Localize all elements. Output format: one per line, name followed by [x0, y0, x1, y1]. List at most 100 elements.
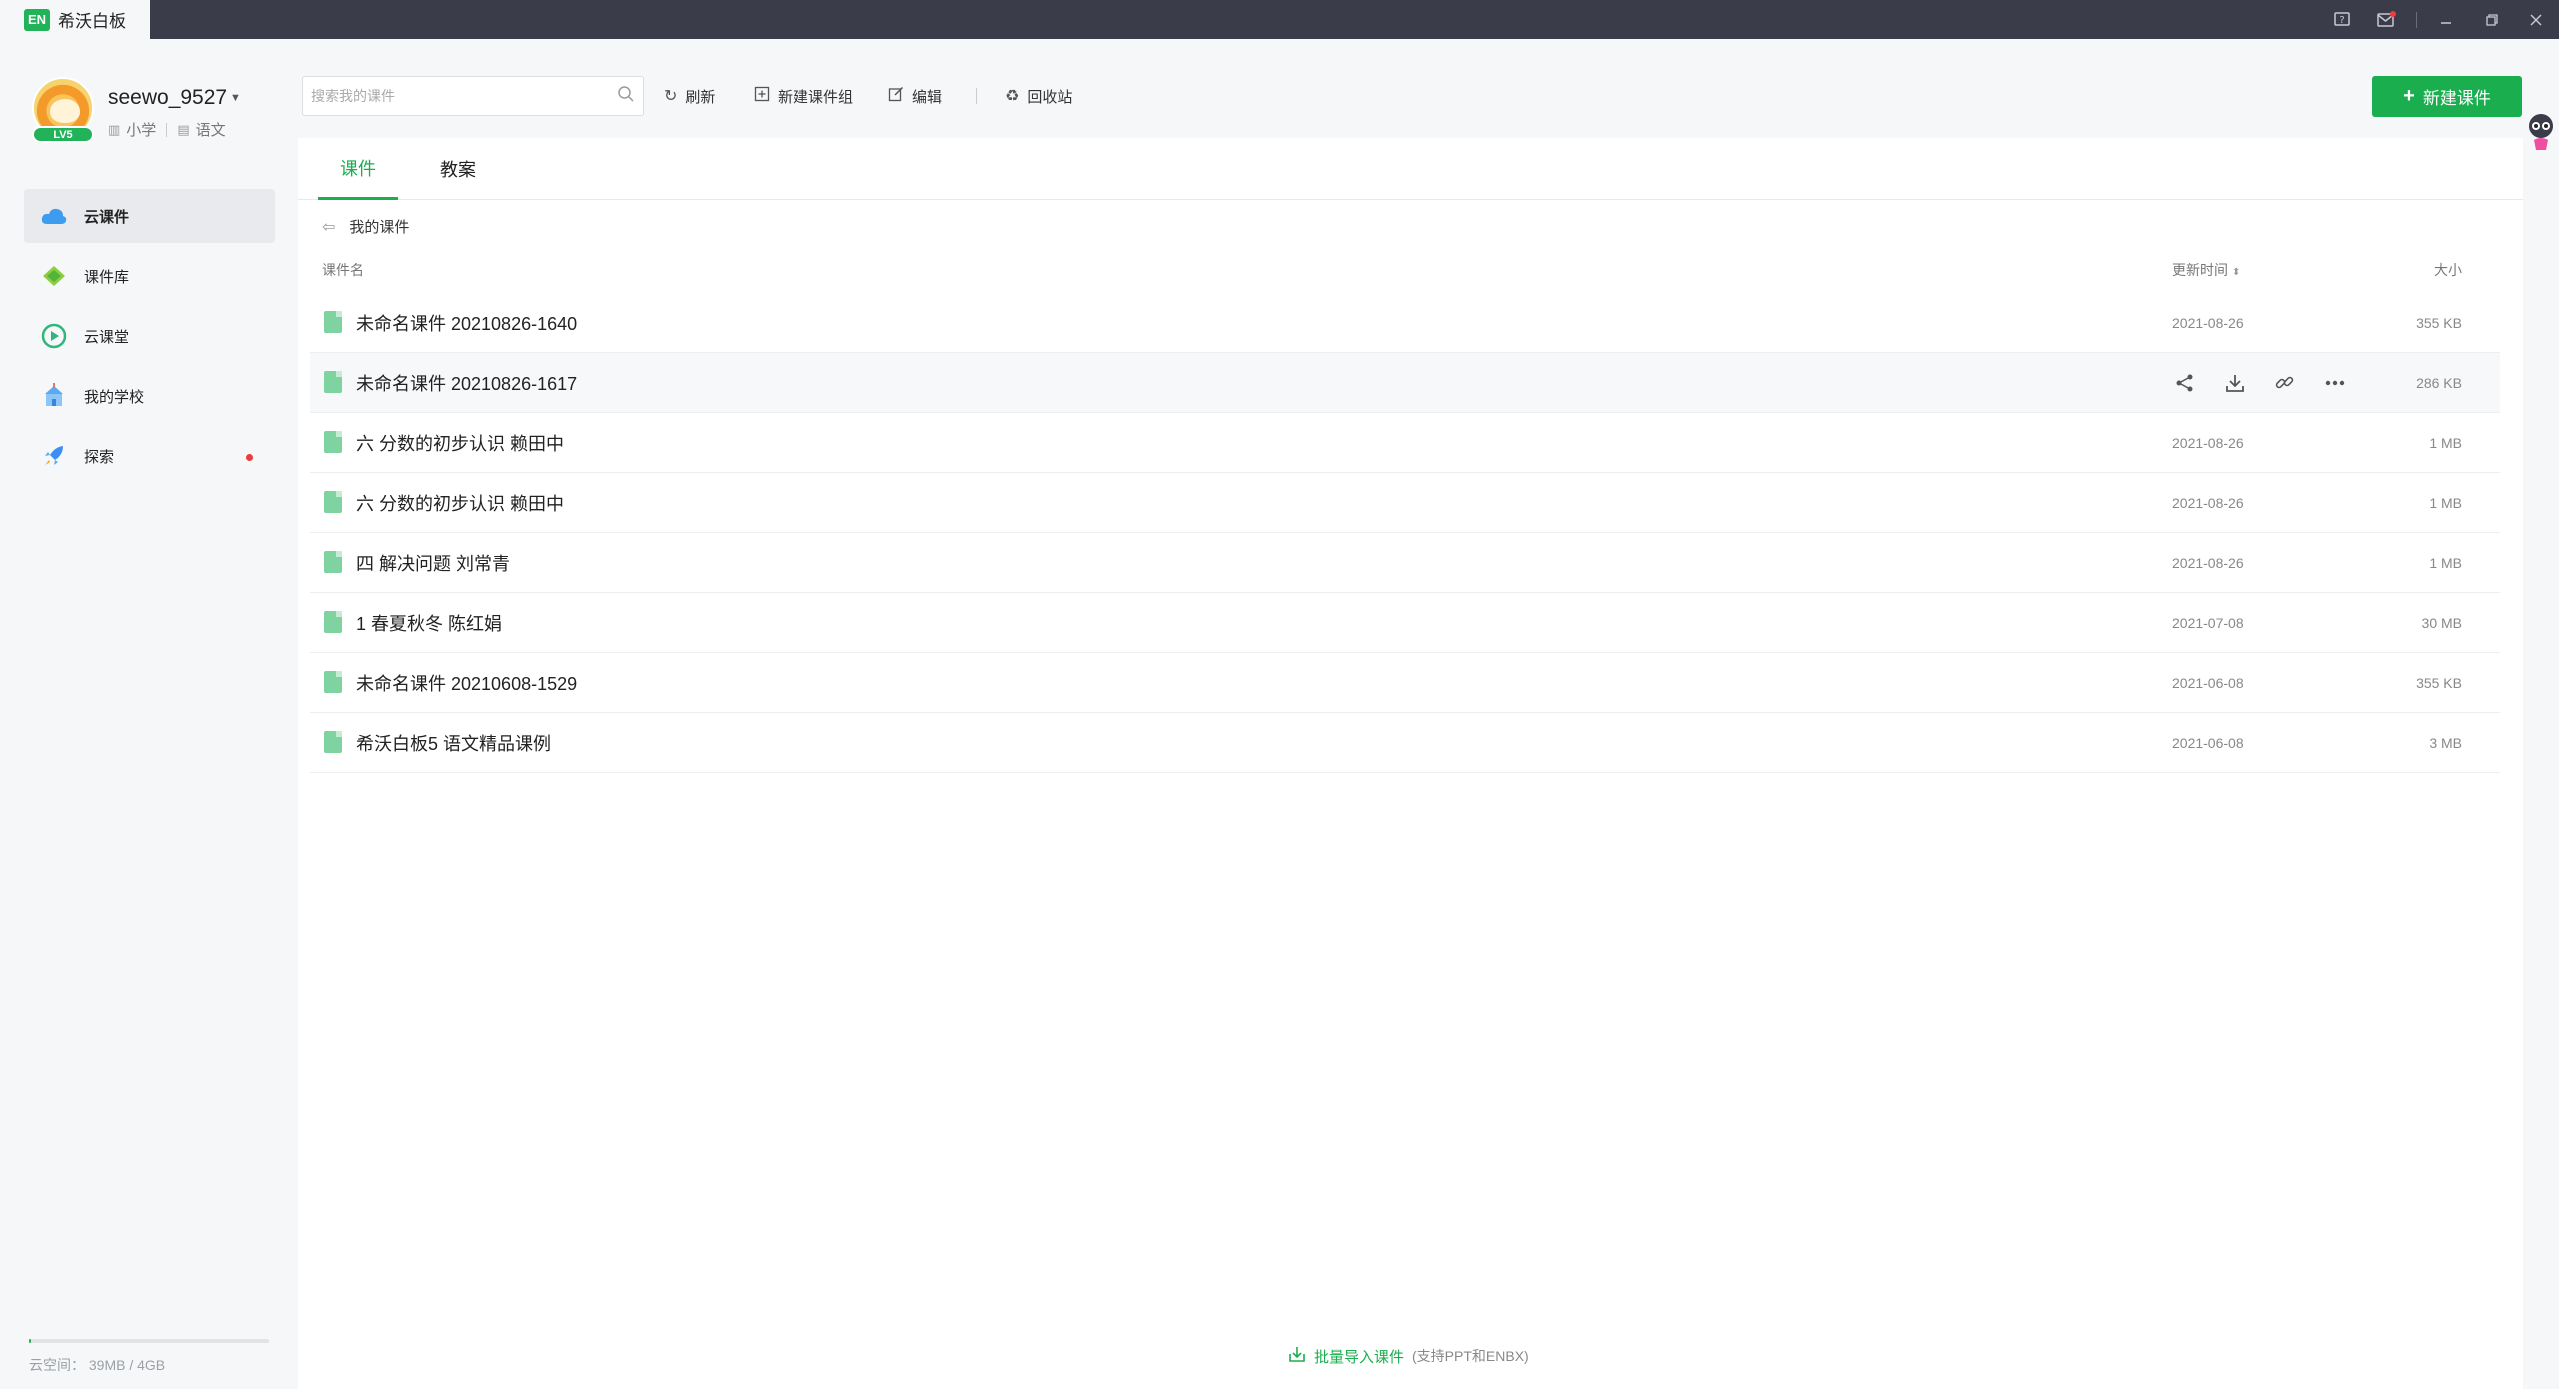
- file-icon: [324, 731, 342, 753]
- sidebar-item-label: 课件库: [84, 268, 130, 286]
- link-icon[interactable]: [2274, 372, 2296, 394]
- file-date: 2021-06-08: [2172, 734, 2244, 751]
- table-row[interactable]: 未命名课件 20210826-1640 2021-08-26 355 KB: [310, 293, 2500, 353]
- chevron-down-icon[interactable]: ▼: [230, 92, 241, 104]
- restore-icon[interactable]: [2472, 0, 2512, 39]
- username[interactable]: seewo_9527: [108, 86, 227, 110]
- table-row[interactable]: 未命名课件 20210608-1529 2021-06-08 355 KB: [310, 653, 2500, 713]
- file-icon: [324, 371, 342, 393]
- sidebar-item-cloud-classroom[interactable]: 云课堂: [24, 309, 275, 363]
- tag-divider: [166, 122, 168, 137]
- sidebar-item-cloud-courseware[interactable]: 云课件: [24, 189, 275, 243]
- app-tab[interactable]: EN 希沃白板: [0, 0, 150, 39]
- recycle-bin-button[interactable]: ♻ 回收站: [1005, 82, 1072, 110]
- play-circle-icon: [40, 322, 68, 350]
- file-name: 六 分数的初步认识 赖田中: [356, 433, 565, 454]
- file-name: 六 分数的初步认识 赖田中: [356, 493, 565, 514]
- file-name: 未命名课件 20210826-1640: [356, 313, 578, 334]
- svg-text:?: ?: [2339, 15, 2344, 26]
- school-building-icon: [40, 382, 68, 410]
- subject-label: 语文: [195, 122, 226, 139]
- file-icon: [324, 431, 342, 453]
- file-name: 1 春夏秋冬 陈红娟: [356, 613, 503, 634]
- search-input[interactable]: [311, 88, 617, 104]
- mascot-icon[interactable]: [2526, 112, 2556, 152]
- file-size: 355 KB: [2416, 314, 2462, 331]
- feedback-icon[interactable]: ?: [2322, 0, 2362, 39]
- batch-import: 批量导入课件 (支持PPT和ENBX): [1288, 1345, 1529, 1367]
- tab-lesson-plan[interactable]: 教案: [418, 138, 498, 200]
- close-icon[interactable]: [2516, 0, 2556, 39]
- refresh-icon: ↻: [664, 88, 678, 105]
- rocket-icon: [40, 442, 68, 470]
- file-list: 未命名课件 20210826-1640 2021-08-26 355 KB 未命…: [310, 293, 2500, 773]
- titlebar-divider: [2416, 12, 2417, 28]
- tab-bar: 课件 教案: [298, 138, 2523, 200]
- table-row[interactable]: 希沃白板5 语文精品课例 2021-06-08 3 MB: [310, 713, 2500, 773]
- file-icon: [324, 491, 342, 513]
- grade-label: 小学: [126, 122, 157, 139]
- sidebar-item-my-school[interactable]: 我的学校: [24, 369, 275, 423]
- new-group-button[interactable]: 新建课件组: [754, 82, 853, 110]
- title-bar: EN 希沃白板 ?: [0, 0, 2559, 39]
- file-size: 1 MB: [2429, 494, 2462, 511]
- file-date: 2021-08-26: [2172, 434, 2244, 451]
- download-icon[interactable]: [2224, 372, 2246, 394]
- file-icon: [324, 551, 342, 573]
- new-group-label: 新建课件组: [778, 88, 854, 106]
- message-icon[interactable]: [2366, 0, 2406, 39]
- file-name: 四 解决问题 刘常青: [356, 553, 511, 574]
- import-icon[interactable]: [1288, 1345, 1306, 1367]
- file-date: 2021-08-26: [2172, 554, 2244, 571]
- plus-icon: +: [2403, 85, 2415, 107]
- file-icon: [324, 311, 342, 333]
- sort-icon: ⬍: [2232, 267, 2241, 278]
- sidebar-item-label: 云课件: [84, 208, 130, 226]
- breadcrumb: ⇦ 我的课件: [322, 216, 409, 237]
- recycle-icon: ♻: [1005, 88, 1020, 105]
- sidebar: LV5 seewo_9527 ▼ ▥ 小学 ▤ 语文 云课件 课件库 云课堂 我…: [0, 39, 298, 1389]
- table-row[interactable]: 六 分数的初步认识 赖田中 2021-08-26 1 MB: [310, 413, 2500, 473]
- batch-import-link[interactable]: 批量导入课件: [1314, 1346, 1404, 1367]
- sidebar-item-label: 云课堂: [84, 328, 130, 346]
- storage-progress-fill: [29, 1339, 32, 1343]
- file-date: 2021-08-26: [2172, 314, 2244, 331]
- share-icon[interactable]: [2174, 372, 2196, 394]
- sidebar-item-explore[interactable]: 探索: [24, 429, 275, 483]
- file-size: 30 MB: [2421, 614, 2462, 631]
- table-row[interactable]: 六 分数的初步认识 赖田中 2021-08-26 1 MB: [310, 473, 2500, 533]
- file-size: 1 MB: [2429, 554, 2462, 571]
- file-name: 未命名课件 20210608-1529: [356, 673, 578, 694]
- column-header-updated-label: 更新时间: [2172, 262, 2228, 278]
- app-title: 希沃白板: [58, 12, 126, 31]
- sidebar-item-courseware-library[interactable]: 课件库: [24, 249, 275, 303]
- level-badge: LV5: [32, 126, 94, 143]
- main-panel: 课件 教案 ⇦ 我的课件 课件名 更新时间 ⬍ 大小 未命名课件 20210826…: [298, 138, 2523, 1389]
- recycle-label: 回收站: [1027, 88, 1073, 106]
- table-row[interactable]: 四 解决问题 刘常青 2021-08-26 1 MB: [310, 533, 2500, 593]
- sidebar-item-label: 我的学校: [84, 388, 145, 406]
- new-courseware-button[interactable]: + 新建课件: [2372, 76, 2522, 117]
- edit-button[interactable]: 编辑: [888, 82, 942, 110]
- refresh-label: 刷新: [685, 88, 716, 106]
- table-row[interactable]: 未命名课件 20210826-1617 286 KB: [310, 353, 2500, 413]
- table-row[interactable]: 1 春夏秋冬 陈红娟 2021-07-08 30 MB: [310, 593, 2500, 653]
- search-icon[interactable]: [617, 85, 635, 108]
- minimize-icon[interactable]: [2426, 0, 2466, 39]
- cloud-icon: [40, 202, 68, 230]
- storage-text: 云空间： 39MB / 4GB: [29, 1357, 166, 1373]
- file-date: 2021-06-08: [2172, 674, 2244, 691]
- add-folder-icon: [754, 86, 770, 107]
- refresh-button[interactable]: ↻ 刷新: [664, 82, 715, 110]
- more-icon[interactable]: [2324, 372, 2346, 394]
- search-box[interactable]: [302, 76, 644, 116]
- diamond-icon: [40, 262, 68, 290]
- column-header-updated[interactable]: 更新时间 ⬍: [2172, 260, 2240, 280]
- file-name: 希沃白板5 语文精品课例: [356, 733, 552, 754]
- tab-courseware[interactable]: 课件: [318, 138, 398, 200]
- back-arrow-icon[interactable]: ⇦: [322, 217, 335, 237]
- edit-icon: [888, 86, 904, 107]
- sidebar-nav: 云课件 课件库 云课堂 我的学校 探索: [24, 189, 275, 489]
- column-header-size: 大小: [2434, 262, 2462, 278]
- file-name: 未命名课件 20210826-1617: [356, 373, 578, 394]
